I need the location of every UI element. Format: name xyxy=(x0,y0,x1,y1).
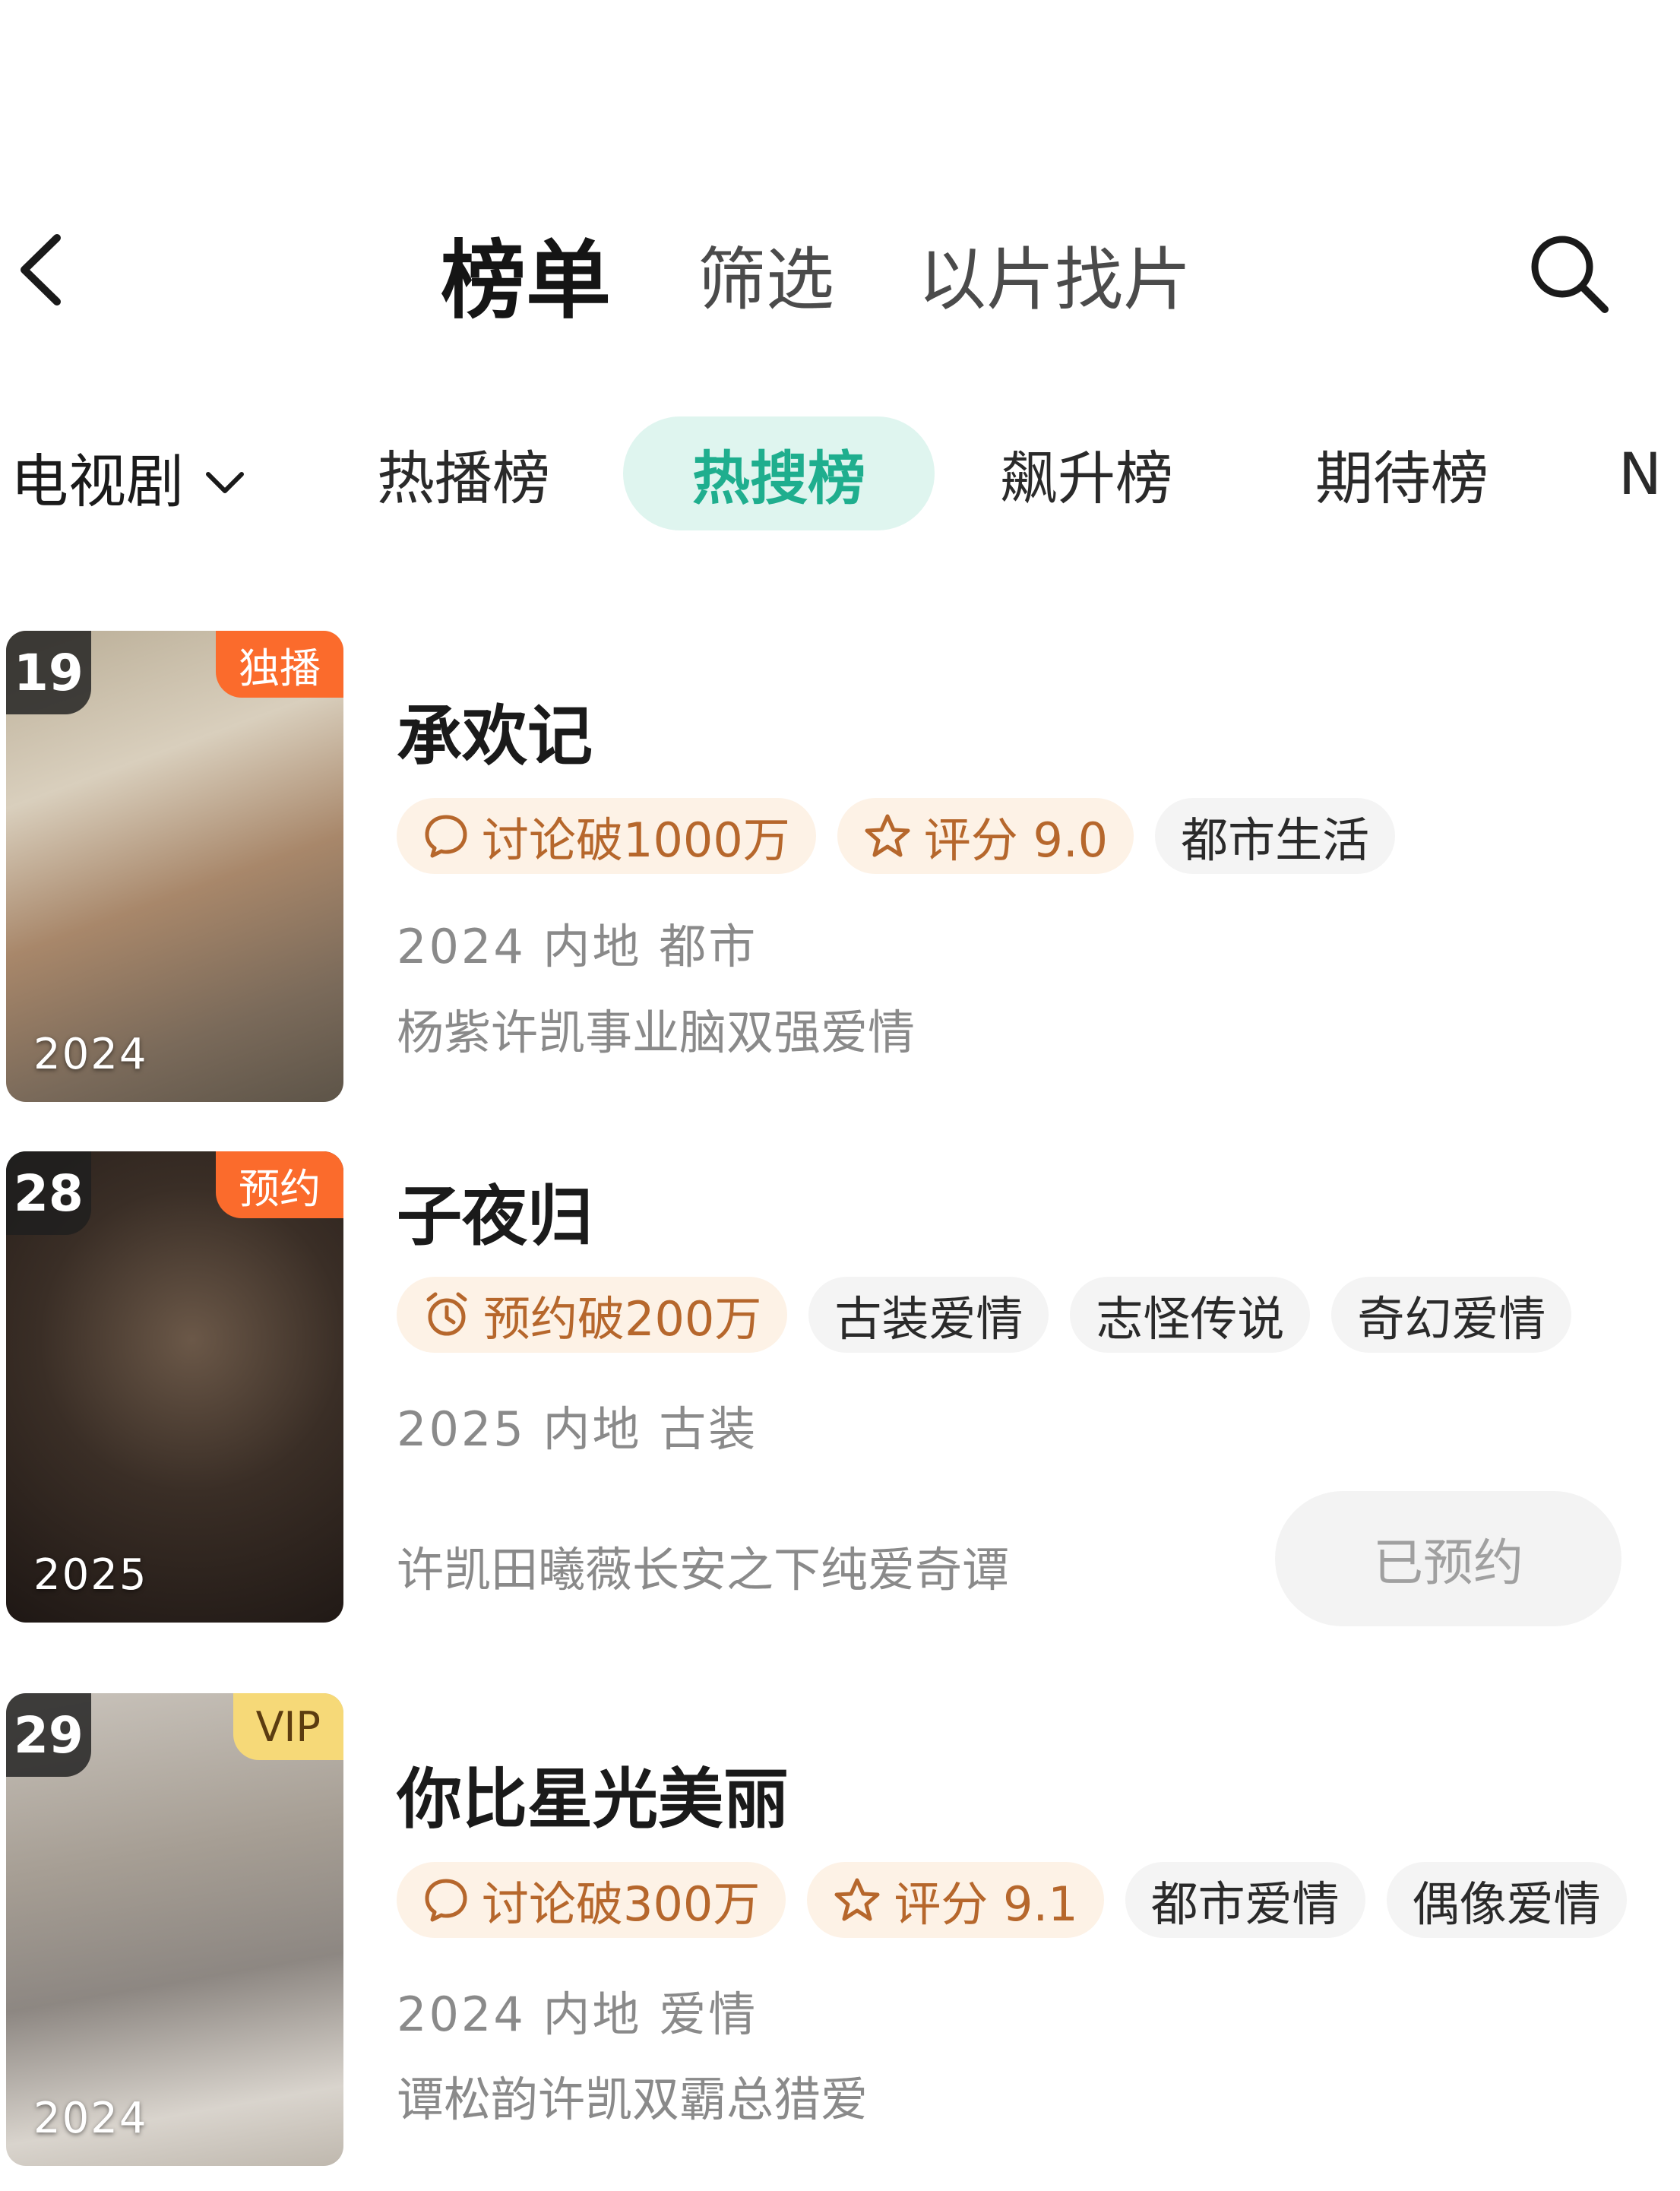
reserved-button[interactable]: 已预约 xyxy=(1275,1491,1621,1626)
star-icon xyxy=(863,812,912,860)
rating-tag[interactable]: 评分 9.1 xyxy=(807,1862,1104,1938)
tag-text: 都市爱情 xyxy=(1150,1876,1340,1932)
tab-rankings[interactable]: 榜单 xyxy=(441,220,611,331)
show-title[interactable]: 你比星光美丽 xyxy=(397,1746,789,1841)
back-icon[interactable] xyxy=(8,228,76,312)
tag-text: 评分 9.1 xyxy=(894,1876,1078,1932)
star-icon xyxy=(833,1876,881,1923)
show-meta: 2024 内地 爱情 xyxy=(397,1987,758,2042)
chat-bubble-icon xyxy=(422,812,470,860)
poster-year: 2025 xyxy=(33,1550,148,1600)
show-description: 许凯田曦薇长安之下纯爱奇谭 xyxy=(397,1542,1010,1597)
rank-badge: 28 xyxy=(6,1151,91,1235)
tab-find-by-show[interactable]: 以片找片 xyxy=(918,220,1191,327)
rank-badge: 19 xyxy=(6,631,91,714)
tag-text: 志怪传说 xyxy=(1096,1291,1285,1347)
genre-tag[interactable]: 都市生活 xyxy=(1155,798,1396,874)
search-icon[interactable] xyxy=(1520,224,1618,323)
exclusive-badge: 独播 xyxy=(216,631,343,698)
tab-hot-play[interactable]: 热播榜 xyxy=(357,416,570,530)
discussion-tag[interactable]: 讨论破300万 xyxy=(397,1862,786,1938)
poster-image[interactable]: 29 VIP 2024 xyxy=(6,1693,343,2166)
reservation-badge: 预约 xyxy=(216,1151,343,1218)
chevron-down-icon xyxy=(204,443,246,511)
rank-badge: 29 xyxy=(6,1693,91,1777)
tag-text: 讨论破300万 xyxy=(482,1876,761,1932)
tag-row: 预约破200万 古装爱情 志怪传说 奇幻爱情 xyxy=(397,1277,1572,1353)
genre-tag[interactable]: 古装爱情 xyxy=(808,1277,1049,1353)
tag-row: 讨论破1000万 评分 9.0 都市生活 xyxy=(397,798,1396,874)
tab-filter[interactable]: 筛选 xyxy=(698,220,834,327)
show-description: 杨紫许凯事业脑双强爱情 xyxy=(397,1005,916,1060)
poster-image[interactable]: 28 预约 2025 xyxy=(6,1151,343,1623)
category-dropdown[interactable]: 电视剧 xyxy=(11,435,246,518)
rating-tag[interactable]: 评分 9.0 xyxy=(837,798,1134,874)
tag-text: 偶像爱情 xyxy=(1412,1876,1601,1932)
tag-text: 预约破200万 xyxy=(483,1291,762,1347)
genre-tag[interactable]: 都市爱情 xyxy=(1125,1862,1365,1938)
discussion-tag[interactable]: 讨论破1000万 xyxy=(397,798,816,874)
genre-tag[interactable]: 偶像爱情 xyxy=(1386,1862,1627,1938)
tag-text: 都市生活 xyxy=(1181,812,1370,868)
genre-tag[interactable]: 志怪传说 xyxy=(1070,1277,1311,1353)
chat-bubble-icon xyxy=(422,1876,470,1923)
show-description: 谭松韵许凯双霸总猎爱 xyxy=(397,2072,868,2127)
show-meta: 2024 内地 都市 xyxy=(397,919,758,974)
tab-rising[interactable]: 飙升榜 xyxy=(980,416,1193,530)
tag-text: 讨论破1000万 xyxy=(482,812,790,868)
reservation-count-tag[interactable]: 预约破200万 xyxy=(397,1277,788,1353)
tag-text: 奇幻爱情 xyxy=(1357,1291,1546,1347)
poster-year: 2024 xyxy=(33,1030,148,1079)
show-title[interactable]: 子夜归 xyxy=(397,1163,593,1258)
tab-more[interactable]: N xyxy=(1618,416,1680,530)
tag-text: 古装爱情 xyxy=(834,1291,1024,1347)
poster-year: 2024 xyxy=(33,2094,148,2143)
poster-image[interactable]: 19 独播 2024 xyxy=(6,631,343,1102)
alarm-clock-icon xyxy=(422,1290,471,1339)
tag-row: 讨论破300万 评分 9.1 都市爱情 偶像爱情 xyxy=(397,1862,1627,1938)
category-label: 电视剧 xyxy=(11,448,184,515)
vip-badge: VIP xyxy=(233,1693,343,1760)
show-meta: 2025 内地 古装 xyxy=(397,1401,758,1457)
show-title[interactable]: 承欢记 xyxy=(397,682,593,777)
tab-anticipated[interactable]: 期待榜 xyxy=(1296,416,1508,530)
genre-tag[interactable]: 奇幻爱情 xyxy=(1331,1277,1572,1353)
tag-text: 评分 9.0 xyxy=(923,812,1109,868)
tab-hot-search[interactable]: 热搜榜 xyxy=(623,416,935,530)
